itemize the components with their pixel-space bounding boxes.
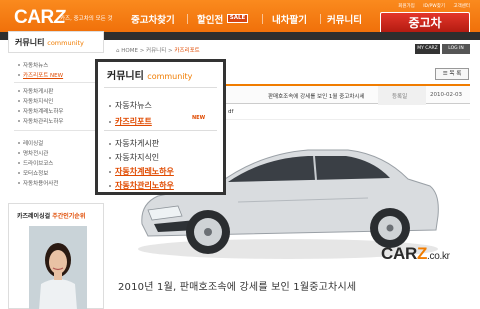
sidebar-divider: [14, 130, 100, 131]
nav-divider: [262, 14, 263, 24]
portrait-image: [29, 226, 87, 309]
menu-title-en: community: [147, 72, 193, 81]
menu-item-report[interactable]: 카즈리포트: [115, 116, 152, 127]
menu-divider: [104, 130, 217, 131]
nav-discount[interactable]: 할인전: [197, 12, 223, 26]
sidebar-item-board[interactable]: 자동차게시판: [23, 87, 53, 95]
sidebar-item-gallery[interactable]: 명차전시관: [23, 149, 48, 157]
breadcrumb-separator: >: [139, 48, 145, 54]
sidebar-item-glossary[interactable]: 자동차용어사전: [23, 179, 58, 187]
utility-links: 회원가입 ID/PW찾기 고객센터: [391, 3, 470, 9]
attachment-file[interactable]: df: [228, 109, 233, 115]
find-idpw-link[interactable]: ID/PW찾기: [423, 4, 445, 9]
my-carz-button[interactable]: MY CARZ: [415, 44, 440, 54]
sidebar-item-qna[interactable]: 자동차지식인: [23, 97, 53, 105]
sidebar-title-box: 커뮤니티 community: [8, 31, 104, 53]
list-button-label: 목 록: [449, 71, 462, 77]
signup-link[interactable]: 회원가입: [398, 4, 415, 9]
carz-watermark: CARZ.co.kr: [381, 244, 450, 264]
article-headline: 2010년 1월, 판매호조속에 강세를 보인 1월중고차시세: [118, 282, 357, 293]
menu-title-ko: 커뮤니티: [107, 71, 144, 82]
list-button[interactable]: ☰ 목 록: [435, 68, 469, 80]
sidebar-item-trade-tips[interactable]: 자동차계레노하우: [23, 107, 63, 115]
article-date: 2010-02-03: [430, 92, 462, 98]
sidebar-title: 커뮤니티 community: [15, 37, 84, 48]
nav-community[interactable]: 커뮤니티: [327, 12, 362, 26]
article-row-title: 판매호조속에 강세를 보인 1월 중고차시세: [268, 94, 365, 100]
bullet-icon: [18, 120, 20, 122]
breadcrumb-community[interactable]: 커뮤니티: [146, 48, 166, 54]
home-icon: ⌂: [116, 48, 120, 54]
sidebar-item-racing-girl[interactable]: 레이싱걸: [23, 139, 43, 147]
nav-divider: [320, 14, 321, 24]
support-link[interactable]: 고객센터: [453, 4, 470, 9]
watermark-z: Z: [416, 244, 428, 263]
sale-badge: SALE: [227, 14, 248, 23]
popular-title-highlight: 주간인기순위: [52, 213, 86, 220]
menu-item-care-tips[interactable]: 자동차관리노하우: [115, 180, 174, 191]
nav-sell-car[interactable]: 내차팔기: [272, 12, 307, 26]
nav-divider: [187, 14, 188, 24]
sidebar-item-drive-course[interactable]: 드라이브코스: [23, 159, 53, 167]
sidebar-item-report[interactable]: 카즈리포트 NEW: [23, 71, 63, 79]
bullet-icon: [109, 185, 111, 187]
list-icon: ☰: [442, 71, 448, 77]
sidebar-item-news[interactable]: 자동차뉴스: [23, 61, 48, 69]
racing-girl-photo[interactable]: [29, 226, 87, 309]
new-badge: NEW: [192, 115, 206, 121]
sidebar-item-motorshow[interactable]: 모터쇼정보: [23, 169, 48, 177]
date-label-cell: 등록일: [378, 86, 426, 105]
menu-item-trade-tips[interactable]: 자동차계레노하우: [115, 166, 174, 177]
bullet-icon: [18, 110, 20, 112]
popular-title-text: 카즈레이싱걸: [17, 213, 51, 220]
nav-used-car-search[interactable]: 중고차찾기: [131, 12, 175, 26]
carz-logo[interactable]: CARZ: [14, 7, 66, 29]
bullet-icon: [18, 100, 20, 102]
used-car-button[interactable]: 중고차: [380, 12, 470, 34]
sidebar-title-ko: 커뮤니티: [15, 38, 45, 47]
bullet-icon: [18, 182, 20, 184]
sidebar-title-en: community: [47, 39, 84, 47]
breadcrumb-home[interactable]: HOME: [121, 48, 138, 54]
menu-item-news[interactable]: 자동차뉴스: [115, 100, 152, 111]
popular-racing-girl-panel: 카즈레이싱걸 주간인기순위: [8, 203, 104, 309]
sidebar-divider: [14, 82, 100, 83]
bullet-icon: [109, 121, 111, 123]
breadcrumb: ⌂ HOME > 커뮤니티 > 카즈리포트: [116, 46, 200, 54]
watermark-text: CAR: [381, 244, 417, 263]
logo-text: CAR: [14, 7, 54, 28]
menu-item-board[interactable]: 자동차게시판: [115, 138, 159, 149]
menu-item-qna[interactable]: 자동차지식인: [115, 152, 159, 163]
popular-panel-title: 카즈레이싱걸 주간인기순위: [17, 211, 85, 220]
date-label: 등록일: [392, 94, 408, 100]
bullet-icon: [109, 157, 111, 159]
bullet-icon: [18, 90, 20, 92]
bullet-icon: [109, 171, 111, 173]
bullet-icon: [18, 64, 20, 66]
community-menu-zoom: 커뮤니티 community 자동차뉴스 카즈리포트 NEW 자동차게시판 자동…: [95, 59, 226, 195]
logo-subtitle: 카즈, 중고차의 모든 것: [60, 16, 113, 22]
login-button[interactable]: LOG IN: [442, 44, 470, 54]
bullet-icon: [109, 143, 111, 145]
bullet-icon: [18, 152, 20, 154]
bullet-icon: [18, 142, 20, 144]
bullet-icon: [109, 105, 111, 107]
bullet-icon: [18, 74, 20, 76]
bullet-icon: [18, 172, 20, 174]
bullet-icon: [18, 162, 20, 164]
watermark-domain: .co.kr: [427, 251, 450, 262]
breadcrumb-separator: >: [168, 48, 173, 54]
sidebar-item-care-tips[interactable]: 자동차관리노하우: [23, 117, 63, 125]
menu-divider: [104, 87, 217, 88]
breadcrumb-current: 카즈리포트: [174, 48, 200, 54]
menu-title: 커뮤니티 community: [107, 67, 192, 82]
